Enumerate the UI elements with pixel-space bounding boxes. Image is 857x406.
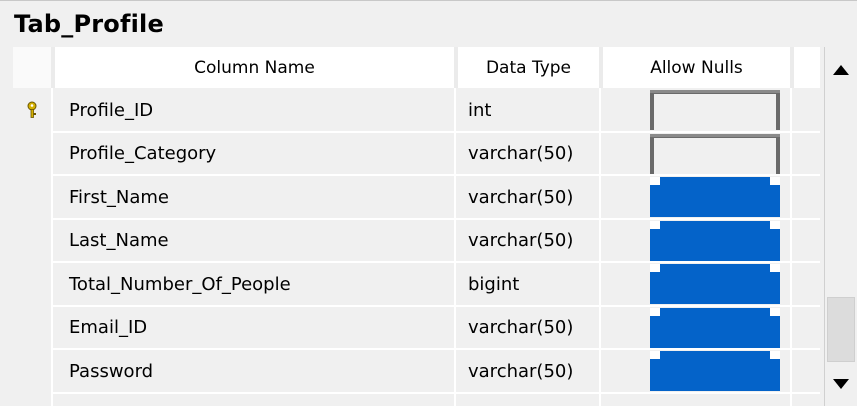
allow-nulls-checkbox[interactable] <box>650 351 780 391</box>
column-name-cell[interactable]: First_Name <box>55 175 454 219</box>
data-type-cell[interactable]: varchar(50) <box>458 306 599 350</box>
header-column-name[interactable]: Column Name <box>51 47 454 88</box>
allow-nulls-cell <box>603 88 790 132</box>
allow-nulls-cell <box>603 262 790 306</box>
table-row[interactable]: First_Name varchar(50) <box>13 175 820 219</box>
data-type-cell[interactable]: varchar(50) <box>458 219 599 263</box>
grid-row-divider <box>51 261 820 263</box>
header-row-selector[interactable] <box>13 47 51 88</box>
row-selector[interactable] <box>13 132 51 176</box>
header-data-type[interactable]: Data Type <box>454 47 599 88</box>
allow-nulls-checkbox[interactable] <box>650 220 780 261</box>
triangle-up-icon <box>832 64 849 75</box>
allow-nulls-checkbox[interactable] <box>650 264 780 304</box>
grid-row-divider <box>51 130 820 133</box>
data-type-cell[interactable]: varchar(50) <box>458 175 599 219</box>
grid-header: Column Name Data Type Allow Nulls <box>13 47 820 88</box>
grid-column-divider <box>454 88 456 406</box>
column-name-cell[interactable]: Password <box>55 349 454 393</box>
column-grid: Column Name Data Type Allow Nulls Profil… <box>13 47 820 406</box>
data-type-cell[interactable]: varchar(50) <box>458 349 599 393</box>
grid-column-divider <box>790 88 792 406</box>
grid-row-divider <box>51 217 820 220</box>
table-row[interactable]: Profile_ID int <box>13 88 820 132</box>
data-type-cell[interactable]: varchar(50) <box>458 132 599 176</box>
row-selector[interactable] <box>13 88 51 132</box>
header-allow-nulls[interactable]: Allow Nulls <box>599 47 790 88</box>
grid-row-divider <box>51 348 820 350</box>
column-name-cell[interactable]: Profile_Category <box>55 132 454 176</box>
allow-nulls-cell <box>603 175 790 219</box>
column-name-cell[interactable]: Total_Number_Of_People <box>55 262 454 306</box>
table-row[interactable]: Email_ID varchar(50) <box>13 305 820 350</box>
data-type-cell[interactable]: int <box>458 88 599 132</box>
scroll-up-button[interactable] <box>824 53 857 86</box>
allow-nulls-cell <box>603 349 790 393</box>
allow-nulls-checkbox[interactable] <box>650 133 780 174</box>
allow-nulls-checkbox[interactable] <box>650 307 780 348</box>
row-selector[interactable] <box>13 306 51 350</box>
allow-nulls-checkbox[interactable] <box>650 90 780 130</box>
allow-nulls-checkbox[interactable] <box>650 177 780 217</box>
scrollbar-track <box>824 47 825 406</box>
scrollbar-thumb[interactable] <box>827 297 855 362</box>
row-selector[interactable] <box>13 219 51 263</box>
data-type-cell[interactable]: bigint <box>458 262 599 306</box>
grid-row-divider <box>51 391 820 394</box>
row-selector[interactable] <box>13 262 51 306</box>
triangle-down-icon <box>832 378 849 389</box>
column-name-cell[interactable]: Email_ID <box>55 306 454 350</box>
row-selector[interactable] <box>13 175 51 219</box>
table-row[interactable]: Profile_Category varchar(50) <box>13 131 820 176</box>
allow-nulls-cell <box>603 219 790 263</box>
allow-nulls-cell <box>603 132 790 176</box>
table-title: Tab_Profile <box>14 10 164 38</box>
grid-column-divider <box>51 88 53 406</box>
allow-nulls-cell <box>603 306 790 350</box>
grid-row-divider <box>51 304 820 307</box>
row-selector[interactable] <box>13 349 51 393</box>
header-filler <box>790 47 820 88</box>
grid-column-divider <box>599 88 601 406</box>
table-row[interactable]: Password varchar(50) <box>13 349 820 393</box>
grid-row-divider <box>51 174 820 176</box>
column-name-cell[interactable]: Last_Name <box>55 219 454 263</box>
scroll-down-button[interactable] <box>824 367 857 400</box>
table-row[interactable]: Total_Number_Of_People bigint <box>13 262 820 306</box>
vertical-scrollbar[interactable] <box>824 47 857 406</box>
column-name-cell[interactable]: Profile_ID <box>55 88 454 132</box>
table-row[interactable]: Last_Name varchar(50) <box>13 218 820 263</box>
key-icon <box>27 101 37 118</box>
